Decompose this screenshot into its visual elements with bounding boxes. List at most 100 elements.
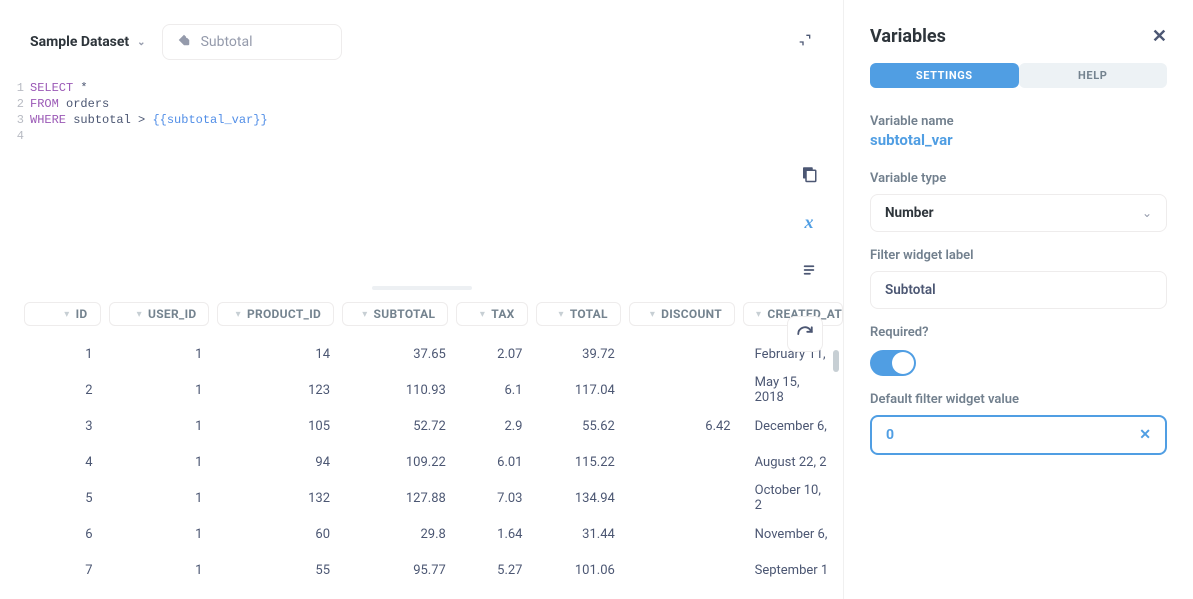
cell-total: 115.22	[537, 455, 629, 470]
cell-user-id: 1	[107, 527, 217, 542]
label-required: Required?	[870, 325, 1167, 340]
cell-product-id: 55	[216, 563, 344, 578]
cell-subtotal: 127.88	[344, 491, 460, 506]
column-header-id[interactable]: ▾ID	[24, 302, 101, 326]
sidebar-header: Variables ✕	[844, 0, 1193, 63]
table-header-row: ▾ID ▾USER_ID ▾PRODUCT_ID ▾SUBTOTAL ▾TAX …	[0, 292, 843, 336]
sort-icon: ▾	[362, 309, 367, 320]
cell-total: 39.72	[537, 347, 629, 362]
tab-help[interactable]: HELP	[1019, 63, 1168, 88]
variable-name-value: subtotal_var	[870, 131, 1167, 149]
default-value-input[interactable]: 0 ✕	[870, 415, 1167, 455]
cell-created-at: August 22, 2	[745, 455, 843, 470]
line-gutter: 1 2 3 4	[6, 80, 24, 144]
section-variable-name: Variable name subtotal_var	[870, 114, 1167, 155]
dataset-selector[interactable]: Sample Dataset ⌄	[30, 34, 146, 50]
resize-handle[interactable]	[0, 284, 843, 292]
collapse-editor-icon[interactable]	[797, 32, 813, 52]
cell-user-id: 1	[107, 383, 217, 398]
cell-total: 31.44	[537, 527, 629, 542]
cell-total: 55.62	[537, 419, 629, 434]
section-variable-type: Variable type Number ⌄	[870, 171, 1167, 232]
dataset-name: Sample Dataset	[30, 34, 129, 50]
scrollbar-thumb[interactable]	[833, 350, 839, 372]
cell-created-at: November 6,	[745, 527, 843, 542]
sql-editor[interactable]: 1 2 3 4 SELECT * FROM orders WHERE subto…	[0, 74, 843, 284]
top-bar: Sample Dataset ⌄ Subtotal	[0, 0, 843, 74]
cell-created-at: December 6,	[745, 419, 843, 434]
cell-created-at: October 10, 2	[745, 483, 843, 513]
main-area: Sample Dataset ⌄ Subtotal 1 2 3 4 SELECT…	[0, 0, 843, 599]
sort-icon: ▾	[650, 309, 655, 320]
sort-icon: ▾	[236, 309, 241, 320]
column-header-tax[interactable]: ▾TAX	[456, 302, 527, 326]
sort-icon: ▾	[64, 309, 69, 320]
variables-icon[interactable]: x	[799, 212, 819, 232]
column-header-discount[interactable]: ▾DISCOUNT	[629, 302, 735, 326]
chevron-down-icon: ⌄	[1142, 206, 1152, 220]
cell-id: 1	[24, 347, 107, 362]
run-query-button[interactable]	[787, 316, 823, 352]
cell-tax: 2.9	[460, 419, 537, 434]
filter-widget-label: Subtotal	[201, 34, 253, 50]
cell-subtotal: 29.8	[344, 527, 460, 542]
cell-product-id: 123	[216, 383, 344, 398]
column-header-product-id[interactable]: ▾PRODUCT_ID	[217, 302, 334, 326]
sidebar-title: Variables	[870, 26, 946, 47]
cell-product-id: 14	[216, 347, 344, 362]
cell-product-id: 132	[216, 491, 344, 506]
cell-product-id: 105	[216, 419, 344, 434]
column-header-total[interactable]: ▾TOTAL	[536, 302, 621, 326]
code-content: SELECT * FROM orders WHERE subtotal > {{…	[30, 80, 268, 128]
table-row[interactable]: 715595.775.27101.06September 1	[0, 552, 843, 588]
label-variable-name: Variable name	[870, 114, 1167, 129]
table-row[interactable]: 4194109.226.01115.22August 22, 2	[0, 444, 843, 480]
cell-total: 101.06	[537, 563, 629, 578]
sidebar-tabs: SETTINGS HELP	[844, 63, 1193, 108]
variables-sidebar: Variables ✕ SETTINGS HELP Variable name …	[843, 0, 1193, 599]
table-body: 111437.652.0739.72February 11,21123110.9…	[0, 336, 843, 588]
default-value-text: 0	[886, 427, 894, 443]
cell-id: 6	[24, 527, 107, 542]
table-row[interactable]: 21123110.936.1117.04May 15, 2018	[0, 372, 843, 408]
cell-id: 3	[24, 419, 107, 434]
tab-settings[interactable]: SETTINGS	[870, 63, 1019, 88]
cell-id: 5	[24, 491, 107, 506]
cell-subtotal: 95.77	[344, 563, 460, 578]
cell-user-id: 1	[107, 455, 217, 470]
cell-tax: 1.64	[460, 527, 537, 542]
clear-icon[interactable]: ✕	[1139, 427, 1151, 443]
variable-type-select[interactable]: Number ⌄	[870, 194, 1167, 232]
cell-tax: 6.1	[460, 383, 537, 398]
cell-user-id: 1	[107, 563, 217, 578]
gutter-line: 2	[6, 96, 24, 112]
handle-bar	[372, 286, 472, 290]
table-row[interactable]: 3110552.722.955.626.42December 6,	[0, 408, 843, 444]
cell-user-id: 1	[107, 491, 217, 506]
results-table: ▾ID ▾USER_ID ▾PRODUCT_ID ▾SUBTOTAL ▾TAX …	[0, 292, 843, 599]
table-row[interactable]: 51132127.887.03134.94October 10, 2	[0, 480, 843, 516]
table-row[interactable]: 111437.652.0739.72February 11,	[0, 336, 843, 372]
cell-id: 4	[24, 455, 107, 470]
cell-id: 2	[24, 383, 107, 398]
sort-icon: ▾	[137, 309, 142, 320]
cell-product-id: 60	[216, 527, 344, 542]
cell-created-at: September 1	[745, 563, 843, 578]
required-toggle[interactable]	[870, 350, 916, 376]
cell-tax: 6.01	[460, 455, 537, 470]
filter-widget-label-input[interactable]: Subtotal	[870, 271, 1167, 309]
column-header-subtotal[interactable]: ▾SUBTOTAL	[342, 302, 448, 326]
cell-subtotal: 110.93	[344, 383, 460, 398]
close-icon[interactable]: ✕	[1152, 26, 1167, 47]
table-row[interactable]: 616029.81.6431.44 November 6,	[0, 516, 843, 552]
cell-user-id: 1	[107, 419, 217, 434]
data-reference-icon[interactable]	[799, 164, 819, 184]
snippets-icon[interactable]	[799, 260, 819, 280]
section-required: Required?	[870, 325, 1167, 376]
column-header-user-id[interactable]: ▾USER_ID	[109, 302, 210, 326]
cell-subtotal: 109.22	[344, 455, 460, 470]
sort-icon: ▾	[480, 309, 485, 320]
filter-tag-widget[interactable]: Subtotal	[162, 24, 342, 60]
tag-icon	[177, 33, 191, 51]
label-default-value: Default filter widget value	[870, 392, 1167, 407]
